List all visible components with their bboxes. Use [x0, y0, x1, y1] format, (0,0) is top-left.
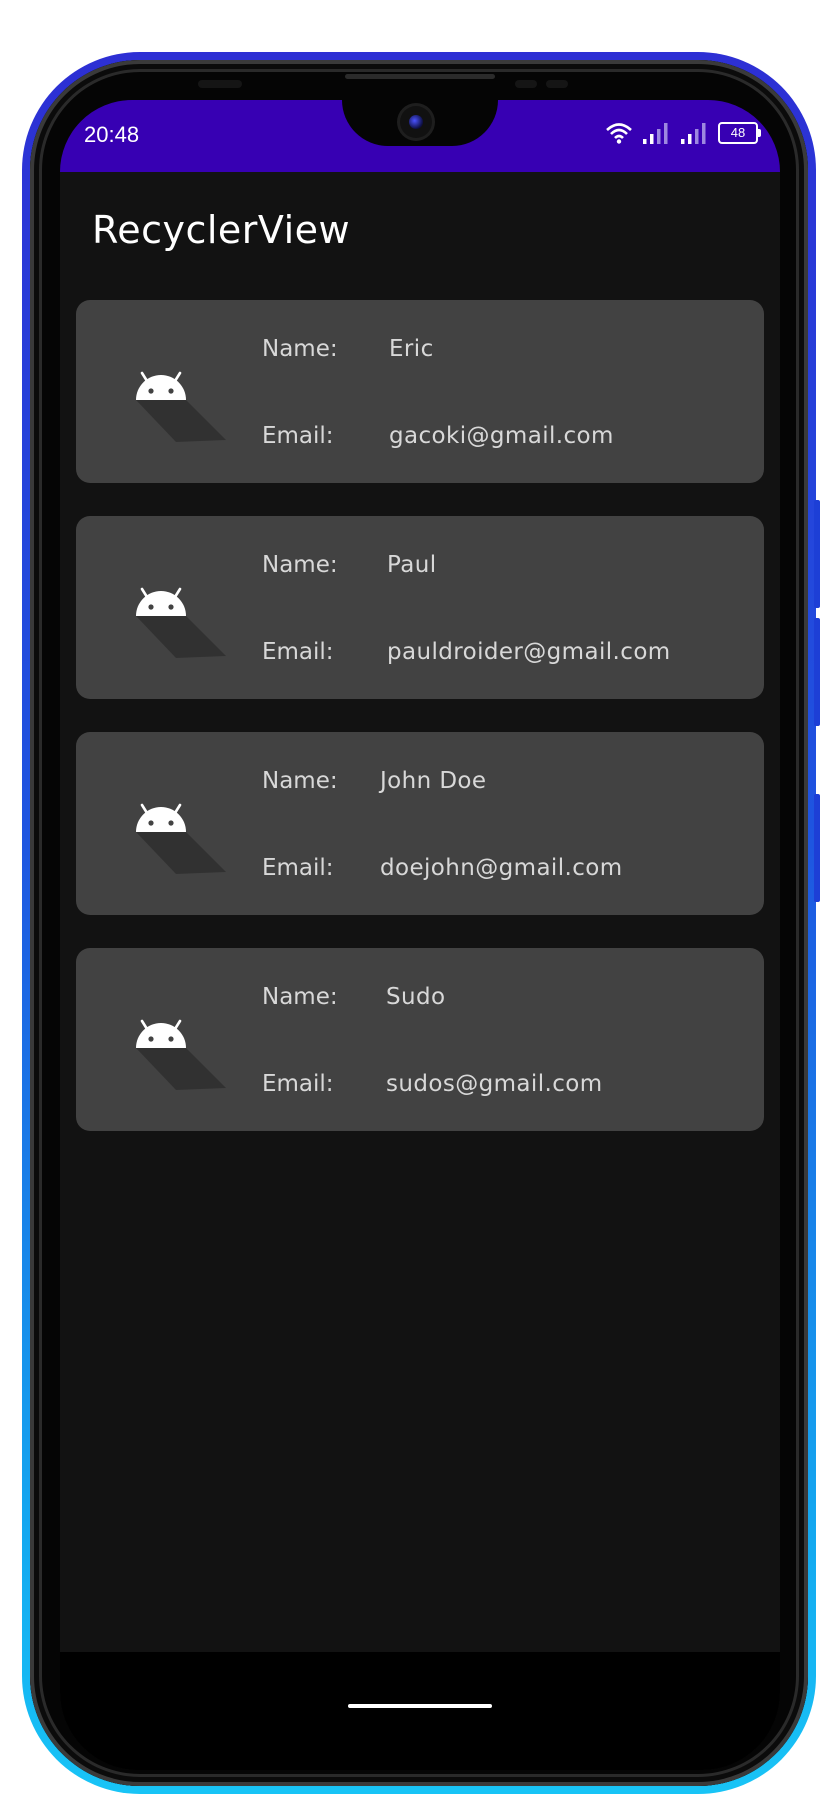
wifi-icon [606, 123, 632, 144]
front-camera [400, 106, 432, 138]
volume-up-button [814, 500, 820, 608]
earpiece-speaker [345, 74, 495, 79]
name-label: Name: [262, 984, 338, 1010]
email-value: sudos@gmail.com [386, 1071, 603, 1097]
name-value: Paul [387, 552, 437, 578]
name-value: John Doe [380, 768, 487, 794]
light-sensor [515, 80, 537, 88]
proximity-sensor [198, 80, 242, 88]
signal-icon [681, 123, 706, 144]
status-icons: 48 [606, 122, 761, 144]
android-icon [136, 371, 226, 442]
email-label: Email: [262, 1071, 334, 1097]
list-item[interactable]: Name: John Doe Email: doejohn@gmail.com [76, 732, 764, 915]
android-icon [136, 1019, 226, 1090]
list-item[interactable]: Name: Sudo Email: sudos@gmail.com [76, 948, 764, 1131]
email-label: Email: [262, 855, 334, 881]
status-time: 20:48 [84, 122, 140, 147]
list-item[interactable]: Name: Eric Email: gacoki@gmail.com [76, 300, 764, 483]
android-icon [136, 587, 226, 658]
name-value: Eric [389, 336, 434, 362]
flash-sensor [546, 80, 568, 88]
email-label: Email: [262, 639, 334, 665]
battery-icon: 48 [718, 122, 761, 144]
home-indicator[interactable] [348, 1704, 492, 1708]
email-value: gacoki@gmail.com [389, 423, 614, 449]
battery-level: 48 [730, 125, 746, 140]
recycler-list[interactable]: Name: Eric Email: gacoki@gmail.com Name:… [76, 300, 764, 1164]
signal-icon [643, 123, 668, 144]
list-item[interactable]: Name: Paul Email: pauldroider@gmail.com [76, 516, 764, 699]
name-label: Name: [262, 552, 338, 578]
name-value: Sudo [386, 984, 446, 1010]
app-bar-title: RecyclerView [92, 208, 351, 252]
email-value: doejohn@gmail.com [380, 855, 623, 881]
phone-screen: 20:48 48 RecyclerView Name: Eric Email: … [60, 100, 780, 1770]
volume-down-button [814, 618, 820, 726]
email-label: Email: [262, 423, 334, 449]
navigation-bar [60, 1652, 780, 1770]
android-icon [136, 803, 226, 874]
email-value: pauldroider@gmail.com [387, 639, 671, 665]
name-label: Name: [262, 336, 338, 362]
name-label: Name: [262, 768, 338, 794]
power-button [814, 794, 820, 902]
